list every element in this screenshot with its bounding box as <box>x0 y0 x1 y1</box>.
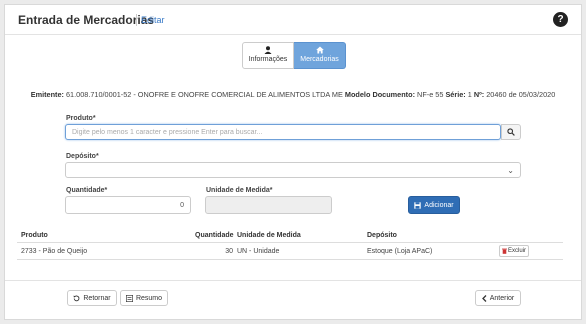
anterior-label: Anterior <box>489 294 515 302</box>
search-icon <box>507 128 515 136</box>
search-button[interactable] <box>501 124 521 140</box>
retornar-button[interactable]: Retornar <box>67 290 117 306</box>
edit-link[interactable]: Editar <box>141 15 165 25</box>
produto-placeholder: Digite pelo menos 1 caracter e pressione… <box>72 128 263 136</box>
chevron-left-icon <box>481 294 487 302</box>
save-icon <box>414 201 422 209</box>
user-icon <box>264 46 272 54</box>
products-table: Produto Quantidade Unidade de Medida Dep… <box>17 229 563 260</box>
chevron-down-icon: ⌄ <box>507 166 514 175</box>
header-produto: Produto <box>21 232 48 239</box>
trash-icon <box>501 248 507 254</box>
data-value: 05/03/2020 <box>518 90 556 99</box>
numero-value: 20460 <box>486 90 507 99</box>
header-unidade: Unidade de Medida <box>237 232 301 239</box>
main-panel: Entrada de Mercadorias Editar ? Informaç… <box>4 4 582 320</box>
page-title: Entrada de Mercadorias <box>18 13 155 27</box>
header-deposito: Depósito <box>367 232 397 239</box>
undo-icon <box>73 295 80 301</box>
deposito-label: Depósito* <box>66 153 99 160</box>
delete-button[interactable]: Excluir <box>499 245 529 257</box>
tab-mercadorias[interactable]: Mercadorias <box>294 42 346 69</box>
title-separator <box>136 14 137 26</box>
produto-search-input[interactable]: Digite pelo menos 1 caracter e pressione… <box>65 124 501 140</box>
quantidade-input[interactable]: 0 <box>65 196 191 214</box>
add-button-label: Adicionar <box>424 201 454 209</box>
home-icon <box>315 46 324 54</box>
numero-label: Nº: <box>473 90 485 99</box>
data-connector: de <box>508 90 517 99</box>
tab-mercadorias-label: Mercadorias <box>300 56 339 63</box>
row-unidade: UN - Unidade <box>237 248 280 255</box>
row-deposito: Estoque (Loja APaC) <box>367 248 433 255</box>
anterior-button[interactable]: Anterior <box>475 290 521 306</box>
modelo-label: Modelo Documento: <box>344 90 416 99</box>
table-header: Produto Quantidade Unidade de Medida Dep… <box>17 229 563 243</box>
quantidade-label: Quantidade* <box>66 187 108 194</box>
question-circle-icon[interactable]: ? <box>553 12 568 27</box>
row-quantidade: 30 <box>225 248 233 255</box>
modelo-value: NF-e 55 <box>417 90 444 99</box>
page-header: Entrada de Mercadorias Editar ? <box>5 5 581 35</box>
retornar-label: Retornar <box>83 294 111 302</box>
list-icon <box>125 294 133 302</box>
document-info: Emitente: 61.008.710/0001-52 - ONOFRE E … <box>5 90 581 99</box>
deposito-select[interactable]: ⌄ <box>65 162 521 178</box>
serie-value: 1 <box>467 90 472 99</box>
add-button[interactable]: Adicionar <box>408 196 460 214</box>
delete-button-label: Excluir <box>507 248 526 254</box>
table-row: 2733 - Pão de Queijo 30 UN - Unidade Est… <box>17 243 563 260</box>
tab-group: Informações Mercadorias <box>242 42 346 69</box>
emitente-label: Emitente: <box>30 90 64 99</box>
produto-label: Produto* <box>66 115 96 122</box>
tab-informacoes-label: Informações <box>248 56 288 63</box>
unidade-input <box>205 196 332 214</box>
header-quantidade: Quantidade <box>195 232 234 239</box>
serie-label: Série: <box>445 90 466 99</box>
unidade-label: Unidade de Medida* <box>206 187 273 194</box>
tab-informacoes[interactable]: Informações <box>242 42 294 69</box>
emitente-value: 61.008.710/0001-52 - ONOFRE E ONOFRE COM… <box>66 90 343 99</box>
footer-divider <box>5 280 581 281</box>
row-produto: 2733 - Pão de Queijo <box>21 248 88 255</box>
resumo-button[interactable]: Resumo <box>120 290 168 306</box>
resumo-label: Resumo <box>135 294 163 302</box>
quantidade-value: 0 <box>180 201 184 209</box>
